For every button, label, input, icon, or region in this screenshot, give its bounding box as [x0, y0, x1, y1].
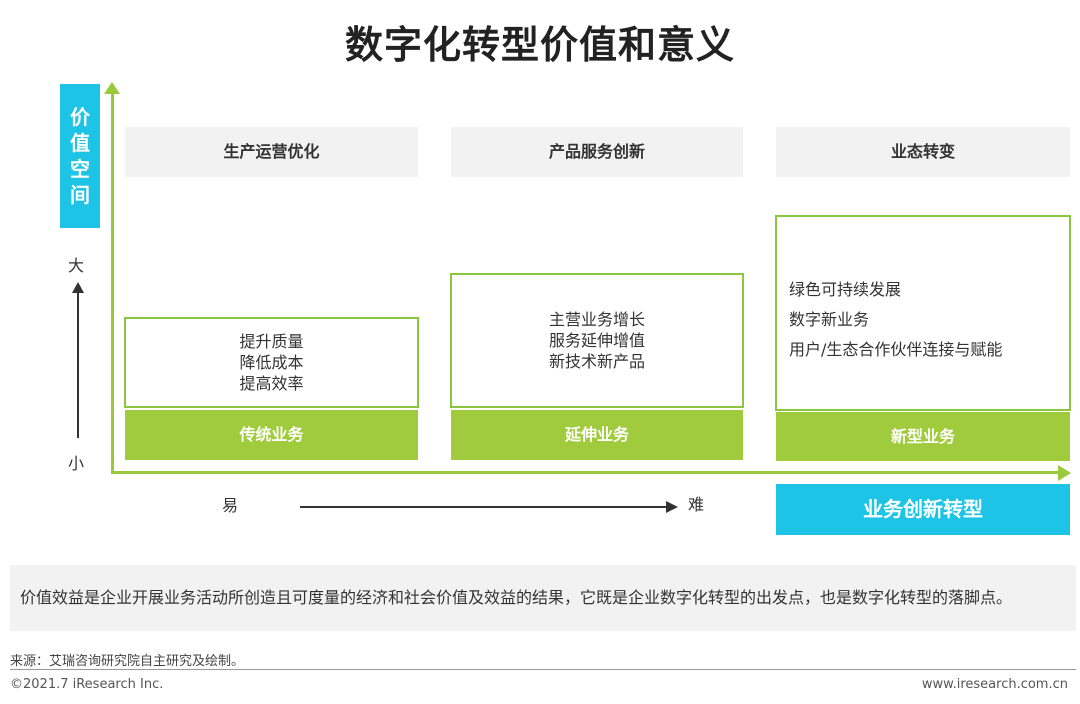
list-item: 新技术新产品 — [548, 352, 645, 371]
list-item: 用户/生态合作伙伴连接与赋能 — [789, 340, 1003, 359]
y-axis-label: 价 值 空 间 — [60, 84, 100, 228]
y-axis-label-char: 值 — [70, 131, 90, 155]
footer-divider — [10, 669, 1076, 670]
y-axis-arrow-icon — [104, 82, 120, 94]
column-header-format-change: 业态转变 — [776, 127, 1070, 177]
list-item: 主营业务增长 — [548, 310, 645, 329]
business-innovation-label: 业务创新转型 — [776, 484, 1070, 535]
x-axis-arrow-icon — [1058, 465, 1071, 481]
content-box-new: 绿色可持续发展 数字新业务 用户/生态合作伙伴连接与赋能 — [775, 215, 1071, 411]
column-header-product-service: 产品服务创新 — [451, 127, 743, 177]
bar-extended-business: 延伸业务 — [451, 410, 743, 460]
summary-note: 价值效益是企业开展业务活动所创造且可度量的经济和社会价值及效益的结果，它既是企业… — [10, 565, 1076, 631]
column-header-operations: 生产运营优化 — [125, 127, 418, 177]
y-axis-label-char: 空 — [70, 157, 90, 181]
bar-new-business: 新型业务 — [776, 412, 1070, 461]
bar-traditional-business: 传统业务 — [125, 410, 418, 460]
right-arrow-line — [300, 506, 668, 508]
source-text: 来源：艾瑞咨询研究院自主研究及绘制。 — [10, 654, 245, 669]
x-axis-line — [111, 471, 1061, 474]
y-axis-label-char: 价 — [70, 105, 90, 129]
list-item: 绿色可持续发展 — [789, 280, 902, 299]
right-arrow-icon — [666, 501, 678, 513]
y-axis-label-char: 间 — [70, 183, 90, 207]
list-item: 提高效率 — [239, 374, 304, 393]
copyright-text: ©2021.7 iResearch Inc. — [10, 677, 164, 692]
list-item: 降低成本 — [239, 353, 304, 372]
website-link[interactable]: www.iresearch.com.cn — [922, 677, 1068, 692]
x-high-label: 难 — [688, 495, 705, 514]
y-axis-line — [111, 90, 114, 474]
x-low-label: 易 — [222, 496, 239, 515]
list-item: 提升质量 — [239, 332, 304, 351]
list-item: 服务延伸增值 — [548, 331, 645, 350]
content-box-extended: 主营业务增长 服务延伸增值 新技术新产品 — [450, 273, 744, 408]
list-item: 数字新业务 — [789, 310, 870, 329]
y-high-label: 大 — [68, 256, 85, 275]
content-box-traditional: 提升质量 降低成本 提高效率 — [124, 317, 419, 408]
up-arrow-line — [77, 292, 79, 438]
y-low-label: 小 — [68, 454, 85, 473]
page-title: 数字化转型价值和意义 — [344, 23, 735, 67]
